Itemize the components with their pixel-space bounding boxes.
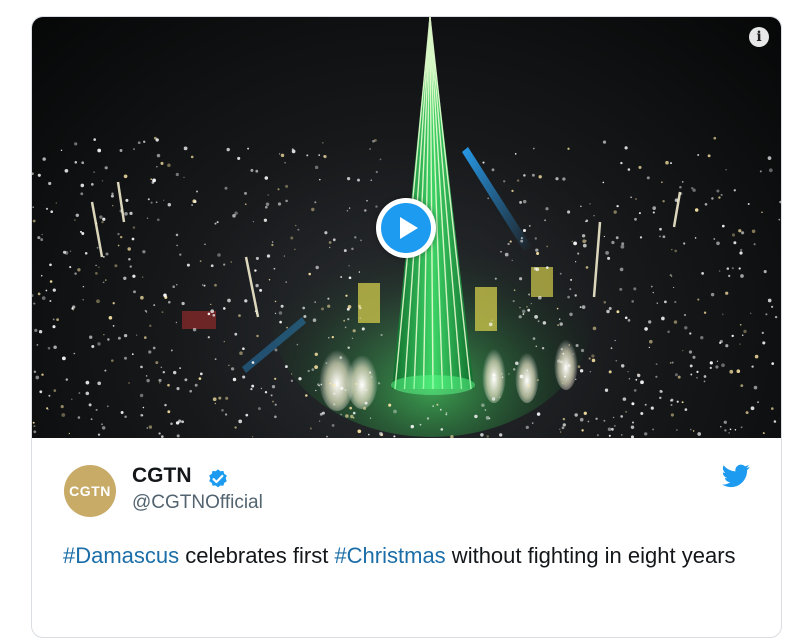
hashtag-link[interactable]: #Damascus — [63, 543, 179, 568]
info-icon[interactable]: i — [749, 27, 769, 47]
tweet-text: #Damascus celebrates first #Christmas wi… — [63, 539, 753, 573]
tweet-text-segment: celebrates first — [179, 543, 335, 568]
verified-badge-icon — [209, 469, 227, 488]
play-button[interactable] — [376, 198, 436, 258]
avatar[interactable]: CGTN — [64, 465, 116, 517]
twitter-bird-icon[interactable] — [722, 464, 750, 488]
tweet-card: i CGTN CGTN @CGTNOfficial #Damascus cele… — [31, 16, 782, 638]
play-icon — [381, 203, 431, 253]
hashtag-link[interactable]: #Christmas — [334, 543, 445, 568]
tweet-text-segment: without fighting in eight years — [445, 543, 736, 568]
author-name[interactable]: CGTN — [132, 464, 192, 488]
author-handle[interactable]: @CGTNOfficial — [132, 492, 263, 514]
video-player[interactable]: i — [32, 17, 781, 438]
